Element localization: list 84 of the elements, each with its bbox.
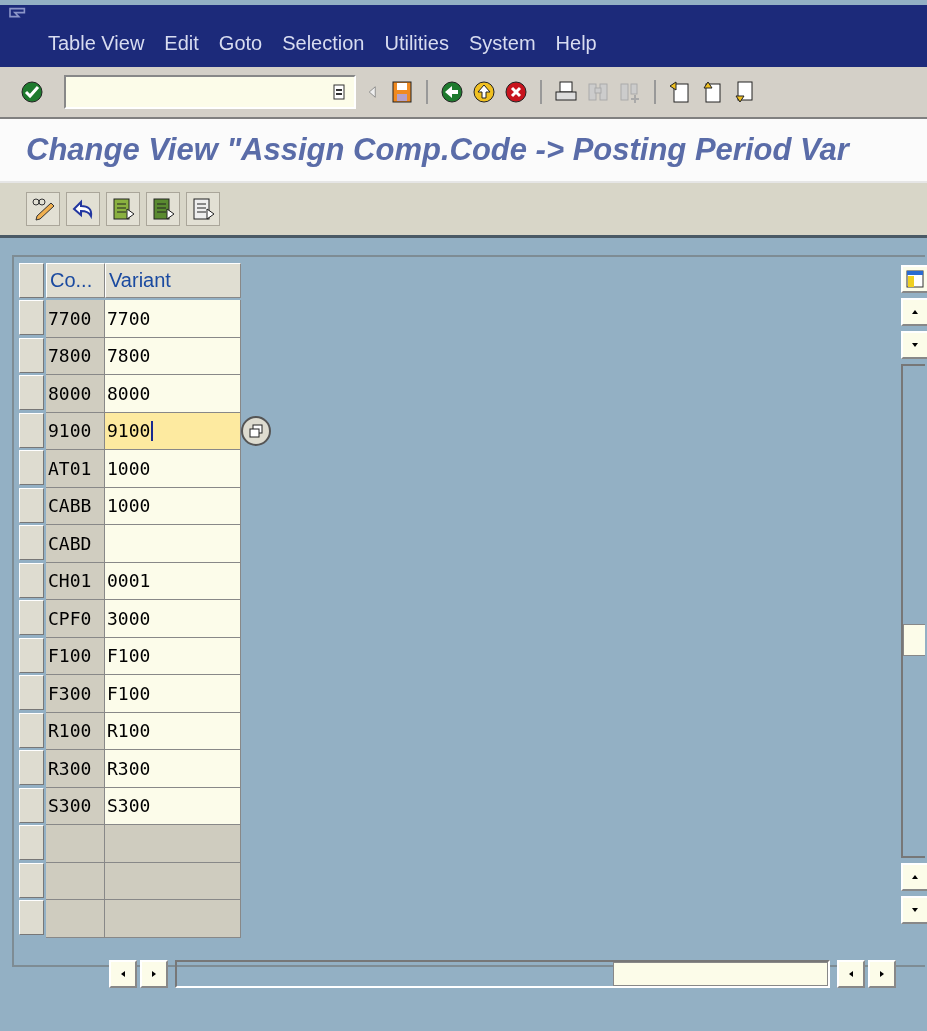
input-field[interactable]: F100 — [105, 637, 241, 675]
exit-icon[interactable] — [472, 80, 496, 104]
row-selector[interactable] — [19, 412, 44, 448]
table-cell — [46, 862, 105, 900]
menu-item[interactable]: Edit — [154, 32, 209, 55]
table-cell: F100 — [46, 637, 105, 675]
command-field[interactable] — [64, 75, 356, 109]
input-field[interactable]: 8000 — [105, 375, 241, 413]
dropdown-icon[interactable] — [332, 84, 346, 100]
input-field[interactable]: 1000 — [105, 450, 241, 488]
column-header[interactable]: Co... — [46, 263, 105, 298]
row-selector[interactable] — [19, 450, 44, 485]
table-cell: 7800 — [46, 337, 105, 375]
menu-item[interactable]: System — [458, 32, 546, 55]
table-settings-button[interactable] — [901, 265, 927, 293]
table-cell: CABD — [46, 525, 105, 563]
row-selector[interactable] — [19, 712, 44, 748]
table-cell: F300 — [46, 675, 105, 713]
cancel-icon[interactable] — [504, 80, 528, 104]
next-page-icon[interactable] — [732, 80, 756, 104]
row-selector[interactable] — [19, 487, 44, 523]
vertical-scrollbar[interactable] — [901, 364, 925, 858]
row-selector[interactable] — [19, 600, 44, 635]
row-selector[interactable] — [19, 337, 44, 373]
row-selector[interactable] — [19, 787, 44, 823]
input-field[interactable]: F100 — [105, 675, 241, 713]
menu-item[interactable]: Help — [545, 32, 607, 55]
input-field[interactable]: 7700 — [105, 300, 241, 338]
scroll-up-button[interactable] — [901, 863, 927, 891]
input-field[interactable]: 3000 — [105, 600, 241, 638]
table-cell: AT01 — [46, 450, 105, 488]
windows-icon — [249, 424, 263, 439]
value-help-button[interactable] — [241, 416, 271, 447]
row-selector[interactable] — [19, 562, 44, 598]
input-field[interactable]: S300 — [105, 787, 241, 825]
menu-item[interactable]: Table View — [38, 32, 155, 55]
table-cell: R100 — [46, 712, 105, 750]
input-field[interactable]: 9100 — [105, 412, 241, 450]
row-selector[interactable] — [19, 525, 44, 560]
row-selector[interactable] — [19, 825, 44, 860]
row-selector[interactable] — [19, 375, 44, 410]
scroll-right-button[interactable] — [868, 959, 896, 988]
row-selector[interactable] — [19, 862, 44, 898]
table-cell: R300 — [46, 750, 105, 788]
input-field[interactable]: R100 — [105, 712, 241, 750]
scroll-down-button[interactable] — [901, 896, 927, 924]
scroll-right-button[interactable] — [140, 959, 168, 988]
check-icon[interactable] — [20, 80, 44, 104]
input-field[interactable]: 1000 — [105, 487, 241, 525]
table-cell: 7700 — [46, 300, 105, 338]
row-selector[interactable] — [19, 900, 44, 935]
input-field[interactable]: R300 — [105, 750, 241, 788]
table-cell: 9100 — [46, 412, 105, 450]
row-selector[interactable] — [19, 675, 44, 710]
previous-page-icon[interactable] — [700, 80, 724, 104]
first-page-icon[interactable] — [668, 80, 692, 104]
scroll-up-button[interactable] — [901, 298, 927, 326]
table-cell: 8000 — [46, 375, 105, 413]
input-field[interactable]: 7800 — [105, 337, 241, 375]
table-cell: CPF0 — [46, 600, 105, 638]
table-cell: CH01 — [46, 562, 105, 600]
table-cell — [46, 900, 105, 938]
back-icon[interactable] — [440, 80, 464, 104]
menu-item[interactable]: Goto — [208, 32, 273, 55]
print-icon[interactable] — [554, 80, 578, 104]
row-selector[interactable] — [19, 300, 44, 335]
input-field[interactable] — [105, 525, 241, 563]
select-all-handle[interactable] — [19, 263, 44, 298]
columns-icon — [906, 270, 924, 288]
scroll-down-button[interactable] — [901, 331, 927, 359]
horizontal-scrollbar[interactable] — [175, 959, 830, 988]
scroll-left-button[interactable] — [109, 959, 137, 988]
row-selector[interactable] — [19, 750, 44, 785]
column-header[interactable]: Variant — [105, 263, 241, 298]
input-field[interactable]: 0001 — [105, 562, 241, 600]
table-cell: S300 — [46, 787, 105, 825]
save-icon[interactable] — [390, 80, 414, 104]
scroll-left-button[interactable] — [837, 959, 865, 988]
screen-title: Change View "Assign Comp.Code -> Posting Period Var — [26, 132, 849, 168]
table-cell: CABB — [46, 487, 105, 525]
menu-item[interactable]: Selection — [272, 32, 375, 55]
menu-item[interactable]: Utilities — [374, 32, 459, 55]
table-cell — [46, 825, 105, 863]
row-selector[interactable] — [19, 637, 44, 673]
